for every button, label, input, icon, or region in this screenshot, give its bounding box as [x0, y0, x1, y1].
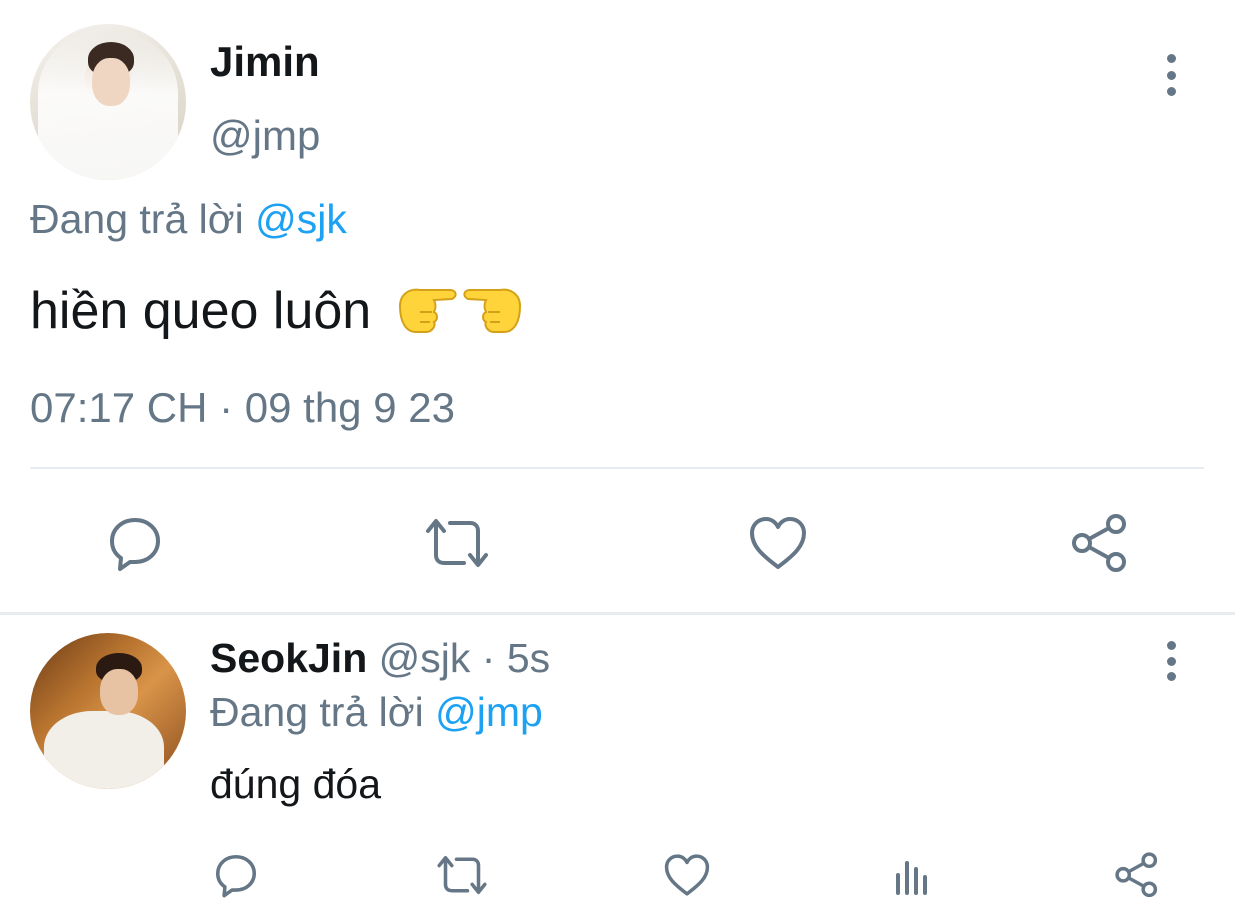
replying-to: Đang trả lời @jmp — [210, 689, 543, 736]
more-options-button[interactable] — [1156, 641, 1186, 681]
tweet-age[interactable]: 5s — [507, 635, 550, 681]
tweet-timestamp[interactable]: 07:17 CH · 09 thg 9 23 — [30, 384, 455, 432]
retweet-icon — [437, 855, 487, 895]
more-dot-icon — [1166, 641, 1176, 650]
reply-mention-link[interactable]: @sjk — [255, 196, 347, 242]
like-button[interactable] — [746, 512, 810, 574]
like-button[interactable] — [662, 851, 712, 899]
retweet-button[interactable] — [434, 851, 490, 899]
avatar[interactable] — [30, 633, 186, 789]
share-icon — [1072, 514, 1126, 572]
share-button[interactable] — [1112, 849, 1162, 899]
tweet-text-body: hiền queo luôn — [30, 282, 372, 340]
pointing-hands-icon — [398, 288, 521, 333]
author-name[interactable]: SeokJin — [210, 635, 367, 681]
replying-to: Đang trả lời @sjk — [30, 196, 347, 243]
like-icon — [750, 517, 806, 569]
pointing-left-hand-icon — [463, 288, 521, 333]
analytics-icon — [896, 861, 927, 895]
author-handle[interactable]: @jmp — [210, 112, 320, 160]
more-options-button[interactable] — [1156, 54, 1186, 96]
header-separator: · — [470, 635, 507, 681]
replying-to-label: Đang trả lời — [210, 689, 436, 735]
like-icon — [664, 854, 710, 896]
author-name[interactable]: Jimin — [210, 38, 320, 86]
more-dot-icon — [1166, 87, 1176, 96]
reply-header: SeokJin @sjk · 5s — [210, 635, 550, 682]
replying-to-label: Đang trả lời — [30, 196, 256, 242]
reply-button[interactable] — [104, 512, 166, 574]
share-button[interactable] — [1068, 510, 1132, 574]
more-dot-icon — [1166, 70, 1176, 80]
avatar[interactable] — [30, 24, 186, 180]
author-handle[interactable]: @sjk — [379, 635, 471, 681]
tweet-text: hiền queo luôn — [30, 272, 526, 347]
more-dot-icon — [1166, 656, 1176, 666]
emoji-group — [394, 272, 526, 347]
retweet-icon — [426, 519, 488, 567]
avatar-face — [100, 669, 138, 715]
pointing-right-hand-icon — [398, 288, 457, 333]
main-tweet: Jimin @jmp Đang trả lời @sjk hiền queo l… — [0, 0, 1235, 612]
reply-mention-link[interactable]: @jmp — [435, 689, 543, 735]
more-dot-icon — [1166, 672, 1176, 681]
reply-icon — [110, 518, 160, 571]
share-icon — [1115, 852, 1158, 897]
more-dot-icon — [1166, 54, 1176, 63]
avatar-shirt — [44, 711, 164, 789]
reply-tweet[interactable]: SeokJin @sjk · 5s Đang trả lời @jmp đúng… — [0, 615, 1235, 924]
reply-icon — [215, 854, 257, 898]
divider — [30, 467, 1204, 469]
tweet-text: đúng đóa — [210, 761, 382, 807]
analytics-button[interactable] — [888, 851, 936, 899]
retweet-button[interactable] — [424, 512, 490, 574]
reply-button[interactable] — [212, 851, 260, 899]
avatar-face — [92, 58, 130, 106]
